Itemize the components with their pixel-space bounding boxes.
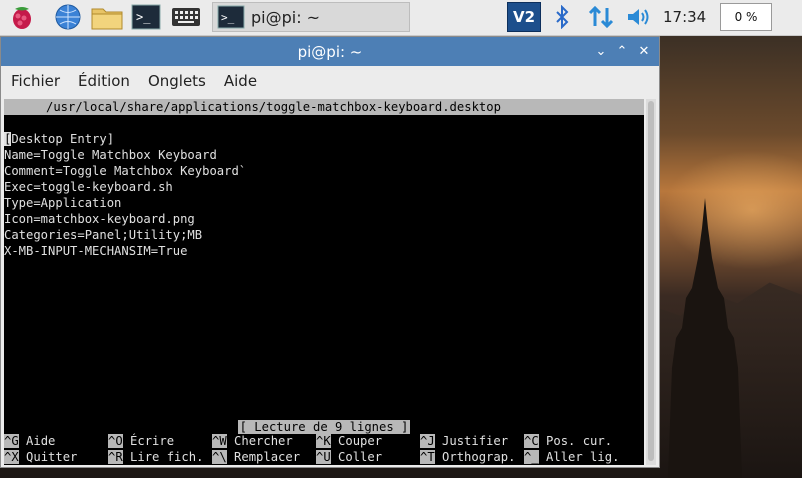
shortcut-row-2: ^X Quitter ^R Lire fich. ^\ Remplacer ^U… [4, 449, 644, 465]
nano-filename-bar: /usr/local/share/applications/toggle-mat… [4, 99, 644, 115]
keyboard-icon[interactable] [170, 2, 202, 32]
menu-onglets[interactable]: Onglets [148, 72, 206, 90]
editor-line-6: Icon=matchbox-keyboard.png [4, 212, 195, 226]
shortcut-aide: ^G Aide [4, 434, 56, 448]
clock[interactable]: 17:34 [663, 8, 706, 26]
editor-line-2: Name=Toggle Matchbox Keyboard [4, 148, 217, 162]
shortcut-chercher: ^W Chercher [212, 434, 293, 448]
terminal-icon: >_ [217, 5, 245, 29]
nano-shortcuts: ^G Aide ^O Écrire ^W Chercher ^K Couper … [4, 433, 644, 465]
shortcut-justifier: ^J Justifier [420, 434, 509, 448]
maximize-icon[interactable]: ⌃ [613, 42, 631, 60]
shortcut-orthograp: ^T Orthograp. [420, 450, 516, 464]
editor-line-5: Type=Application [4, 196, 122, 210]
editor-line-4: Exec=toggle-keyboard.sh [4, 180, 173, 194]
raspberry-menu-icon[interactable] [6, 2, 38, 32]
taskbar-terminal-label: pi@pi: ~ [251, 7, 321, 27]
window-title: pi@pi: ~ [297, 43, 363, 61]
shortcut-pos-cur: ^C Pos. cur. [524, 434, 613, 448]
wallpaper-pagoda [668, 198, 742, 478]
menu-fichier[interactable]: Fichier [11, 72, 60, 90]
shortcut-coller: ^U Coller [316, 450, 383, 464]
shortcut-lire-fich: ^R Lire fich. [108, 450, 204, 464]
shortcut-ecrire: ^O Écrire [108, 434, 175, 448]
shortcut-aller-lig: ^_ Aller lig. [524, 450, 620, 464]
minimize-icon[interactable]: ⌄ [592, 42, 610, 60]
menu-aide[interactable]: Aide [224, 72, 257, 90]
terminal-area[interactable]: /usr/local/share/applications/toggle-mat… [4, 99, 644, 465]
editor-line-7: Categories=Panel;Utility;MB [4, 228, 203, 242]
terminal-launcher-icon[interactable]: >_ [130, 2, 162, 32]
bluetooth-icon[interactable] [550, 2, 574, 32]
shortcut-quitter: ^X Quitter [4, 450, 78, 464]
window-titlebar[interactable]: pi@pi: ~ ⌄ ⌃ ✕ [1, 37, 659, 66]
shortcut-couper: ^K Couper [316, 434, 383, 448]
close-icon[interactable]: ✕ [635, 42, 653, 60]
svg-text:>_: >_ [221, 11, 235, 24]
editor-line-8: X-MB-INPUT-MECHANSIM=True [4, 244, 188, 258]
web-browser-icon[interactable] [52, 2, 84, 32]
editor-line-3: Comment=Toggle Matchbox Keyboard` [4, 164, 247, 178]
shortcut-remplacer: ^\ Remplacer [212, 450, 301, 464]
editor-line-1: [Desktop Entry] [4, 132, 115, 146]
cpu-monitor[interactable]: 0 % [720, 3, 772, 31]
shortcut-row-1: ^G Aide ^O Écrire ^W Chercher ^K Couper … [4, 433, 644, 449]
vnc-server-icon[interactable]: V2 [507, 2, 541, 32]
volume-icon[interactable] [624, 2, 654, 32]
terminal-scrollbar[interactable] [646, 99, 656, 465]
top-panel: >_ >_ pi@pi: ~ V2 17:34 0 % [0, 0, 802, 36]
file-manager-icon[interactable] [90, 2, 124, 32]
svg-text:>_: >_ [136, 10, 151, 24]
menu-bar: Fichier Édition Onglets Aide [1, 66, 659, 96]
scrollbar-thumb[interactable] [648, 101, 654, 461]
network-icon[interactable] [586, 2, 616, 32]
terminal-window: pi@pi: ~ ⌄ ⌃ ✕ Fichier Édition Onglets A… [0, 36, 660, 468]
menu-edition[interactable]: Édition [78, 72, 130, 90]
taskbar-terminal-button[interactable]: >_ pi@pi: ~ [212, 2, 410, 32]
